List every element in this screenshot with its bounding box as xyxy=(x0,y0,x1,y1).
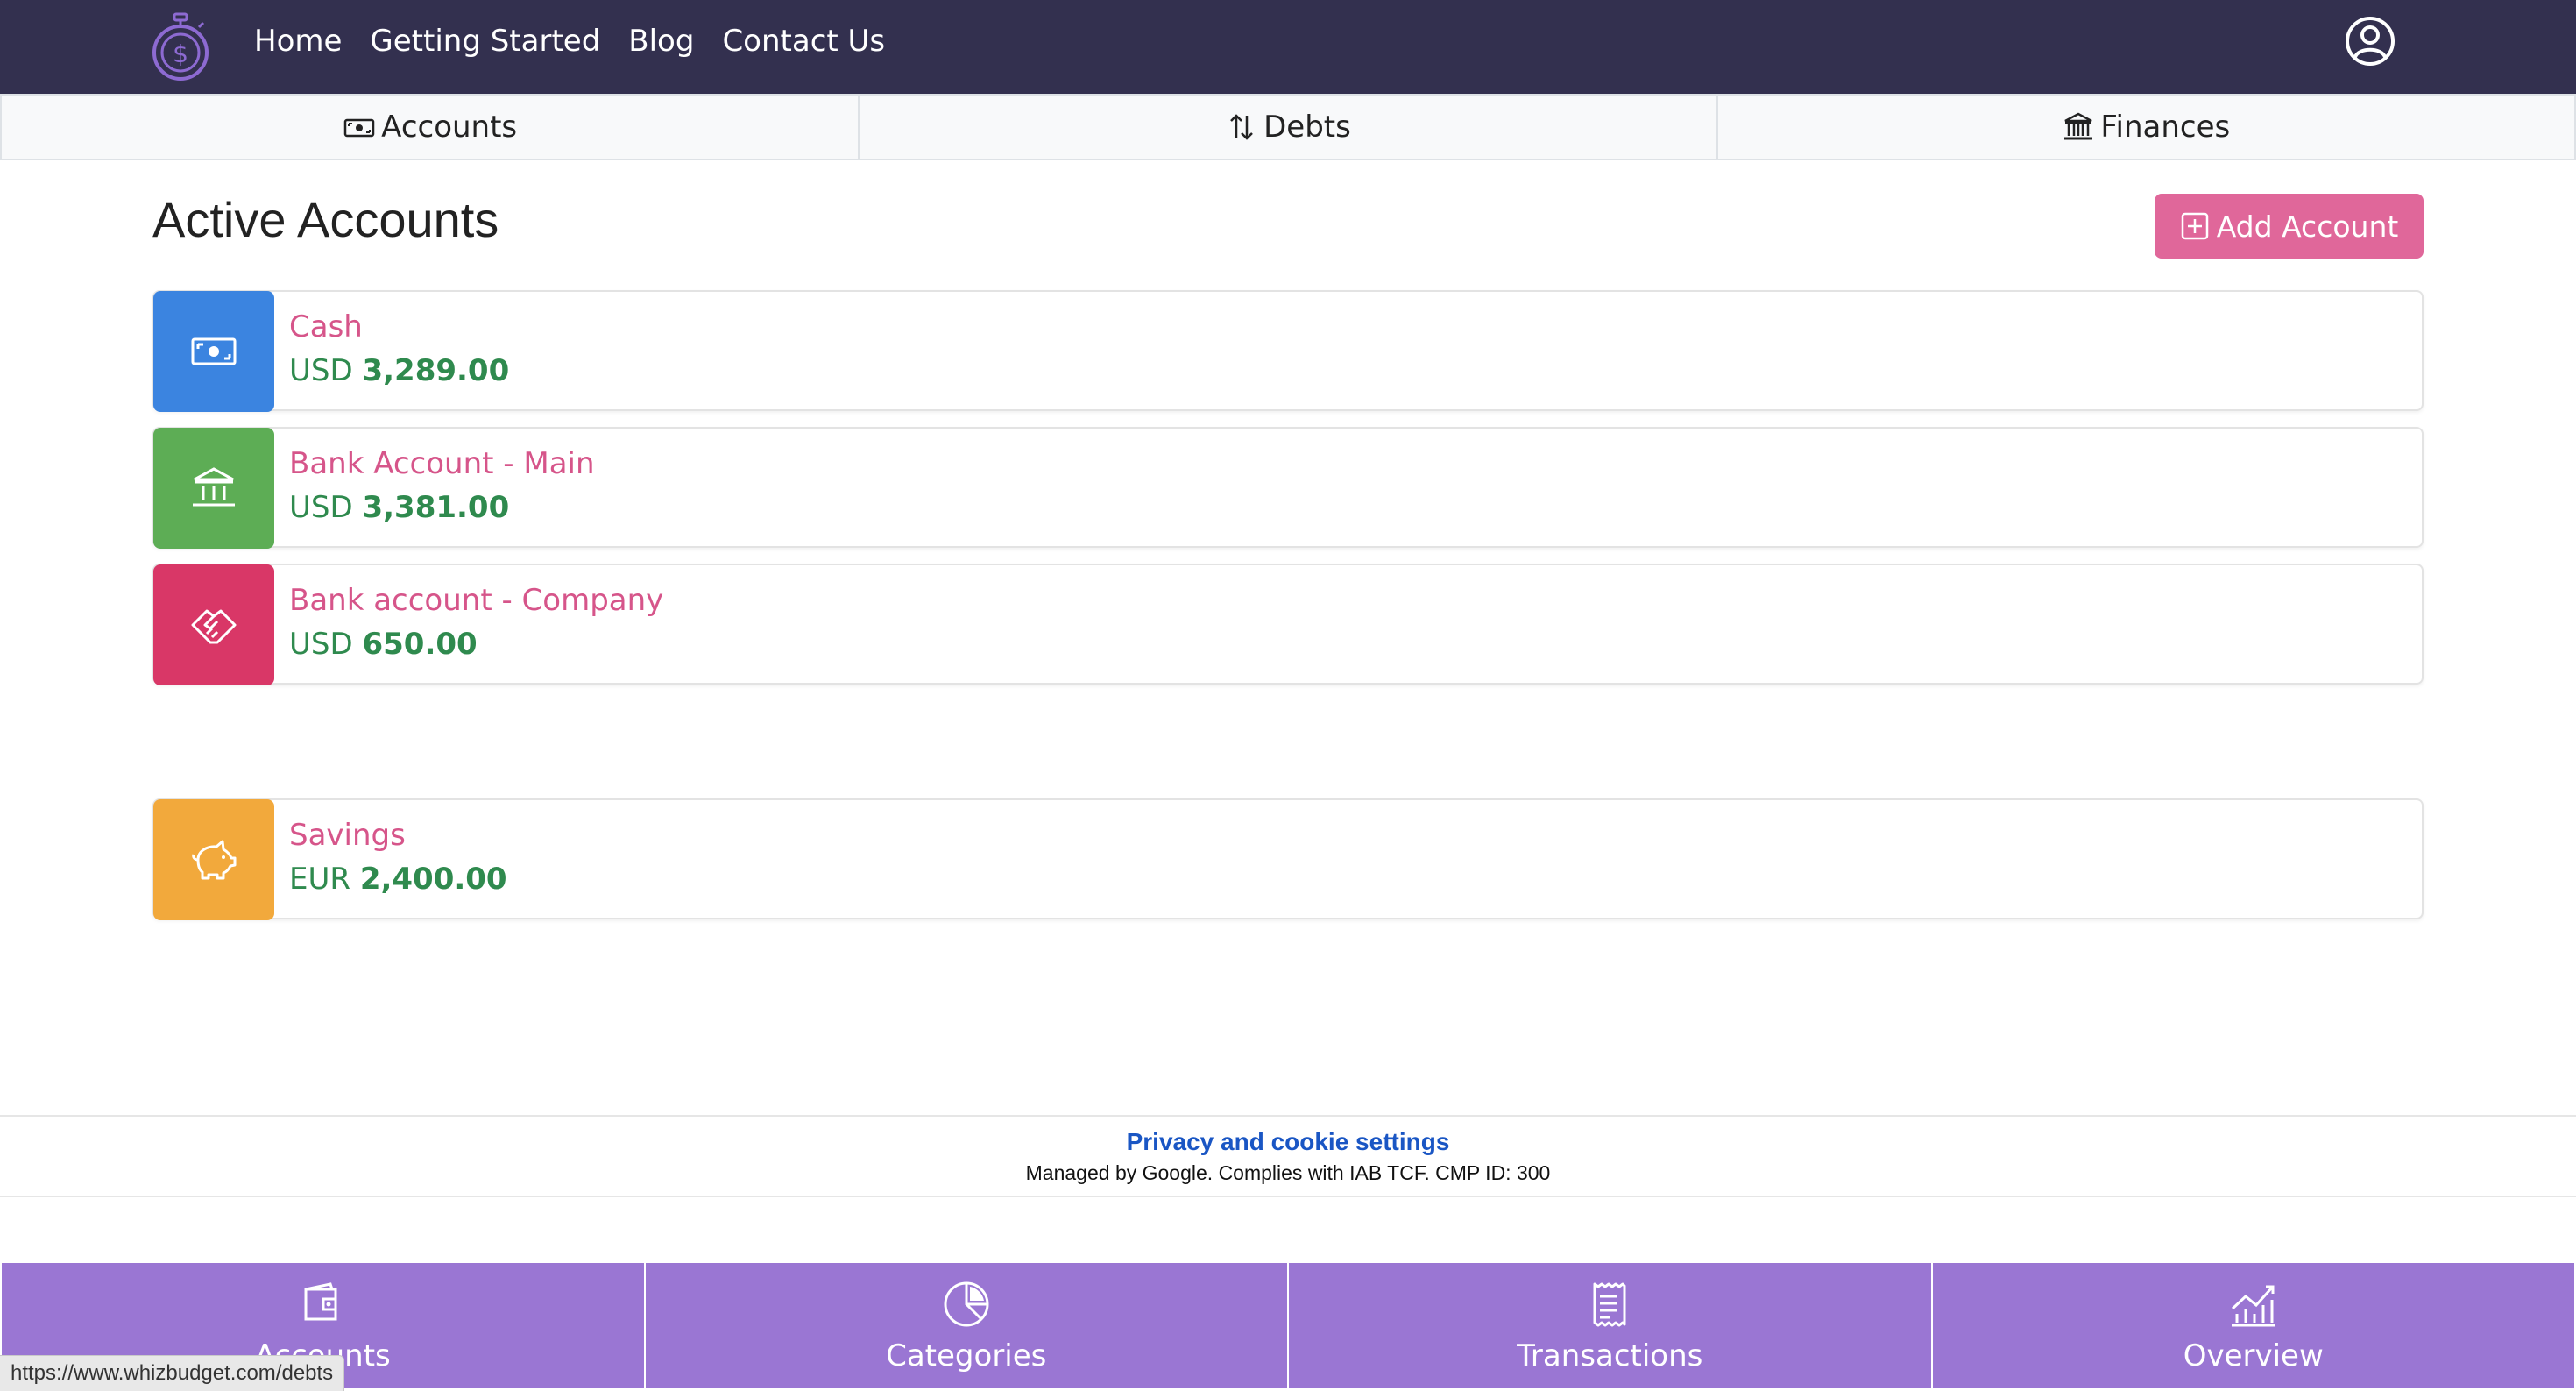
status-bar-url: https://www.whizbudget.com/debts xyxy=(0,1355,344,1391)
account-name: Savings xyxy=(289,818,406,853)
account-balance: USD 3,381.00 xyxy=(289,490,509,525)
account-currency: EUR xyxy=(289,862,350,897)
tab-accounts[interactable]: Accounts xyxy=(0,94,860,160)
account-card-savings[interactable]: Savings EUR 2,400.00 xyxy=(152,798,2424,919)
graph-up-icon xyxy=(2228,1279,2279,1330)
account-amount: 3,381.00 xyxy=(362,490,509,525)
arrows-up-down-icon xyxy=(1225,110,1258,144)
account-card-bank-main[interactable]: Bank Account - Main USD 3,381.00 xyxy=(152,427,2424,548)
bottom-nav: Accounts Categories Transactions Overvie… xyxy=(0,1261,2576,1390)
bottom-nav-transactions[interactable]: Transactions xyxy=(1287,1261,1933,1390)
piggy-bank-icon xyxy=(153,799,274,920)
tab-debts[interactable]: Debts xyxy=(858,94,1717,160)
tab-finances-label: Finances xyxy=(2100,110,2230,145)
main-nav: Home Getting Started Blog Contact Us xyxy=(254,0,885,82)
cash-icon xyxy=(343,110,376,144)
tab-finances[interactable]: Finances xyxy=(1716,94,2576,160)
account-name: Bank Account - Main xyxy=(289,446,595,481)
bottom-nav-overview[interactable]: Overview xyxy=(1931,1261,2576,1390)
privacy-note: Managed by Google. Complies with IAB TCF… xyxy=(0,1161,2576,1185)
plus-square-icon xyxy=(2180,211,2210,241)
account-currency: USD xyxy=(289,490,353,525)
receipt-icon xyxy=(1584,1279,1635,1330)
account-balance: USD 650.00 xyxy=(289,627,478,662)
brand-logo[interactable]: $ xyxy=(149,12,212,82)
privacy-settings-link[interactable]: Privacy and cookie settings xyxy=(0,1128,2576,1156)
cash-icon xyxy=(153,291,274,412)
pie-chart-icon xyxy=(941,1279,992,1330)
bottom-nav-categories-label: Categories xyxy=(646,1338,1288,1373)
user-account-icon[interactable] xyxy=(2344,15,2396,67)
account-card-cash[interactable]: Cash USD 3,289.00 xyxy=(152,290,2424,411)
account-balance: EUR 2,400.00 xyxy=(289,862,507,897)
section-tabs: Accounts Debts Finances xyxy=(0,94,2576,160)
page-title: Active Accounts xyxy=(152,189,499,251)
tab-accounts-label: Accounts xyxy=(381,110,517,145)
add-account-label: Add Account xyxy=(2217,209,2399,244)
account-card-bank-company[interactable]: Bank account - Company USD 650.00 xyxy=(152,564,2424,685)
nav-blog-link[interactable]: Blog xyxy=(628,24,694,59)
account-name: Cash xyxy=(289,309,363,344)
account-balance: USD 3,289.00 xyxy=(289,353,509,388)
account-currency: USD xyxy=(289,627,353,662)
add-account-button[interactable]: Add Account xyxy=(2155,194,2424,259)
handshake-icon xyxy=(153,564,274,685)
bottom-nav-transactions-label: Transactions xyxy=(1289,1338,1931,1373)
account-currency: USD xyxy=(289,353,353,388)
account-name: Bank account - Company xyxy=(289,583,663,618)
wallet-icon xyxy=(297,1279,348,1330)
bottom-nav-categories[interactable]: Categories xyxy=(644,1261,1290,1390)
account-amount: 650.00 xyxy=(362,627,477,662)
svg-text:$: $ xyxy=(173,39,188,68)
nav-contact-us-link[interactable]: Contact Us xyxy=(722,24,885,59)
tab-debts-label: Debts xyxy=(1263,110,1351,145)
stopwatch-dollar-icon: $ xyxy=(149,12,212,82)
top-navbar: $ Home Getting Started Blog Contact Us xyxy=(0,0,2576,94)
privacy-footer: Privacy and cookie settings Managed by G… xyxy=(0,1115,2576,1197)
account-amount: 3,289.00 xyxy=(362,353,509,388)
bank-icon xyxy=(153,428,274,549)
account-amount: 2,400.00 xyxy=(360,862,507,897)
nav-home-link[interactable]: Home xyxy=(254,24,342,59)
bank-icon xyxy=(2062,110,2095,144)
nav-getting-started-link[interactable]: Getting Started xyxy=(370,24,600,59)
bottom-nav-overview-label: Overview xyxy=(1933,1338,2575,1373)
